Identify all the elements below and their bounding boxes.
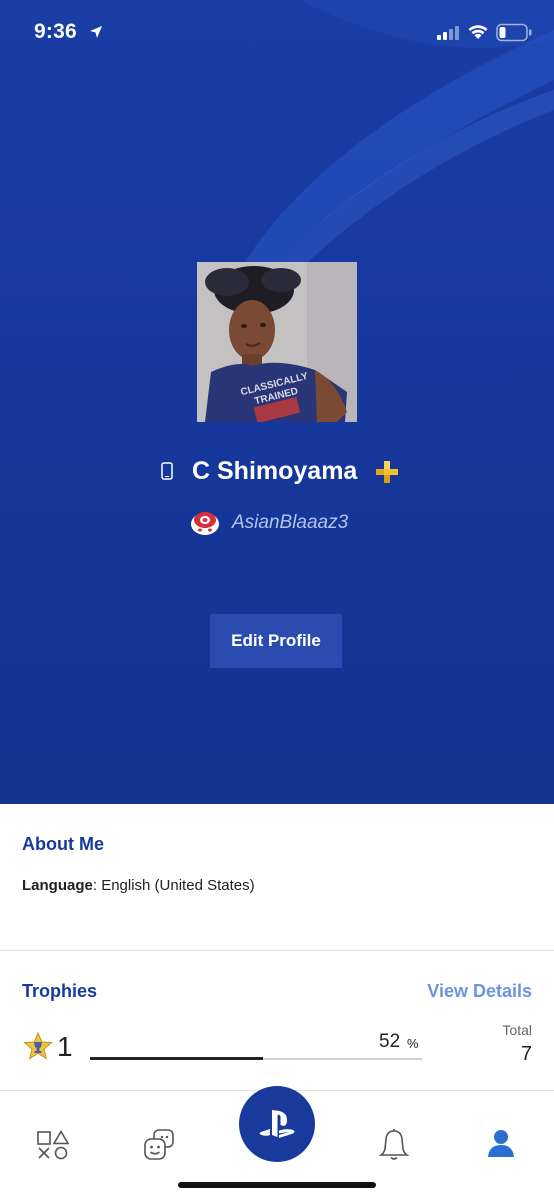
location-arrow-icon [90, 26, 102, 38]
trophy-progress-bar [90, 1057, 422, 1060]
tab-games[interactable] [36, 1129, 70, 1167]
language-value: English (United States) [101, 877, 255, 894]
name-row: C Shimoyama [0, 454, 554, 490]
profile-header: 9:36 CLASSICALLY TRAINED C Shimoyama Asi… [0, 0, 554, 804]
percent-sign: % [407, 1036, 419, 1051]
trophy-level-star-icon [23, 1032, 53, 1060]
home-indicator [178, 1182, 376, 1188]
tab-home[interactable] [239, 1086, 315, 1162]
friends-icon [144, 1129, 174, 1160]
cellular-signal-icon [437, 26, 459, 40]
games-icon [37, 1129, 70, 1160]
playstation-home-icon [259, 1110, 295, 1138]
avatar-photo: CLASSICALLY TRAINED [197, 262, 357, 422]
online-id: AsianBlaaaz3 [232, 512, 349, 533]
trophy-progress-fill [90, 1057, 263, 1060]
mobile-phone-icon [161, 462, 173, 480]
notifications-bell-icon [378, 1129, 410, 1160]
trophy-progress-percent: 52 [379, 1031, 401, 1052]
tab-profile[interactable] [486, 1128, 516, 1163]
trophy-level: 1 [57, 1031, 73, 1062]
playstation-plus-icon [376, 461, 398, 483]
section-divider [0, 950, 554, 951]
profile-icon [488, 1130, 514, 1157]
tab-friends[interactable] [142, 1128, 176, 1167]
tab-notifications[interactable] [378, 1128, 410, 1167]
total-value: 7 [520, 1043, 532, 1065]
language-separator: : [92, 877, 102, 894]
battery-icon [496, 23, 532, 42]
display-name: C Shimoyama [192, 457, 358, 485]
about-me-title: About Me [22, 834, 104, 854]
total-label: Total [502, 1022, 532, 1038]
status-bar: 9:36 [0, 0, 554, 60]
view-details-link[interactable]: View Details [427, 981, 532, 1002]
language-row: Language: English (United States) [22, 877, 255, 894]
profile-avatar[interactable]: CLASSICALLY TRAINED [197, 262, 357, 422]
avatar-badge-icon [191, 512, 219, 535]
wifi-icon [468, 25, 488, 39]
status-time: 9:36 [34, 20, 77, 43]
edit-profile-button[interactable]: Edit Profile [210, 614, 342, 668]
language-label: Language [22, 877, 93, 894]
online-id-row: AsianBlaaaz3 [0, 508, 554, 538]
trophies-title: Trophies [22, 981, 98, 1001]
